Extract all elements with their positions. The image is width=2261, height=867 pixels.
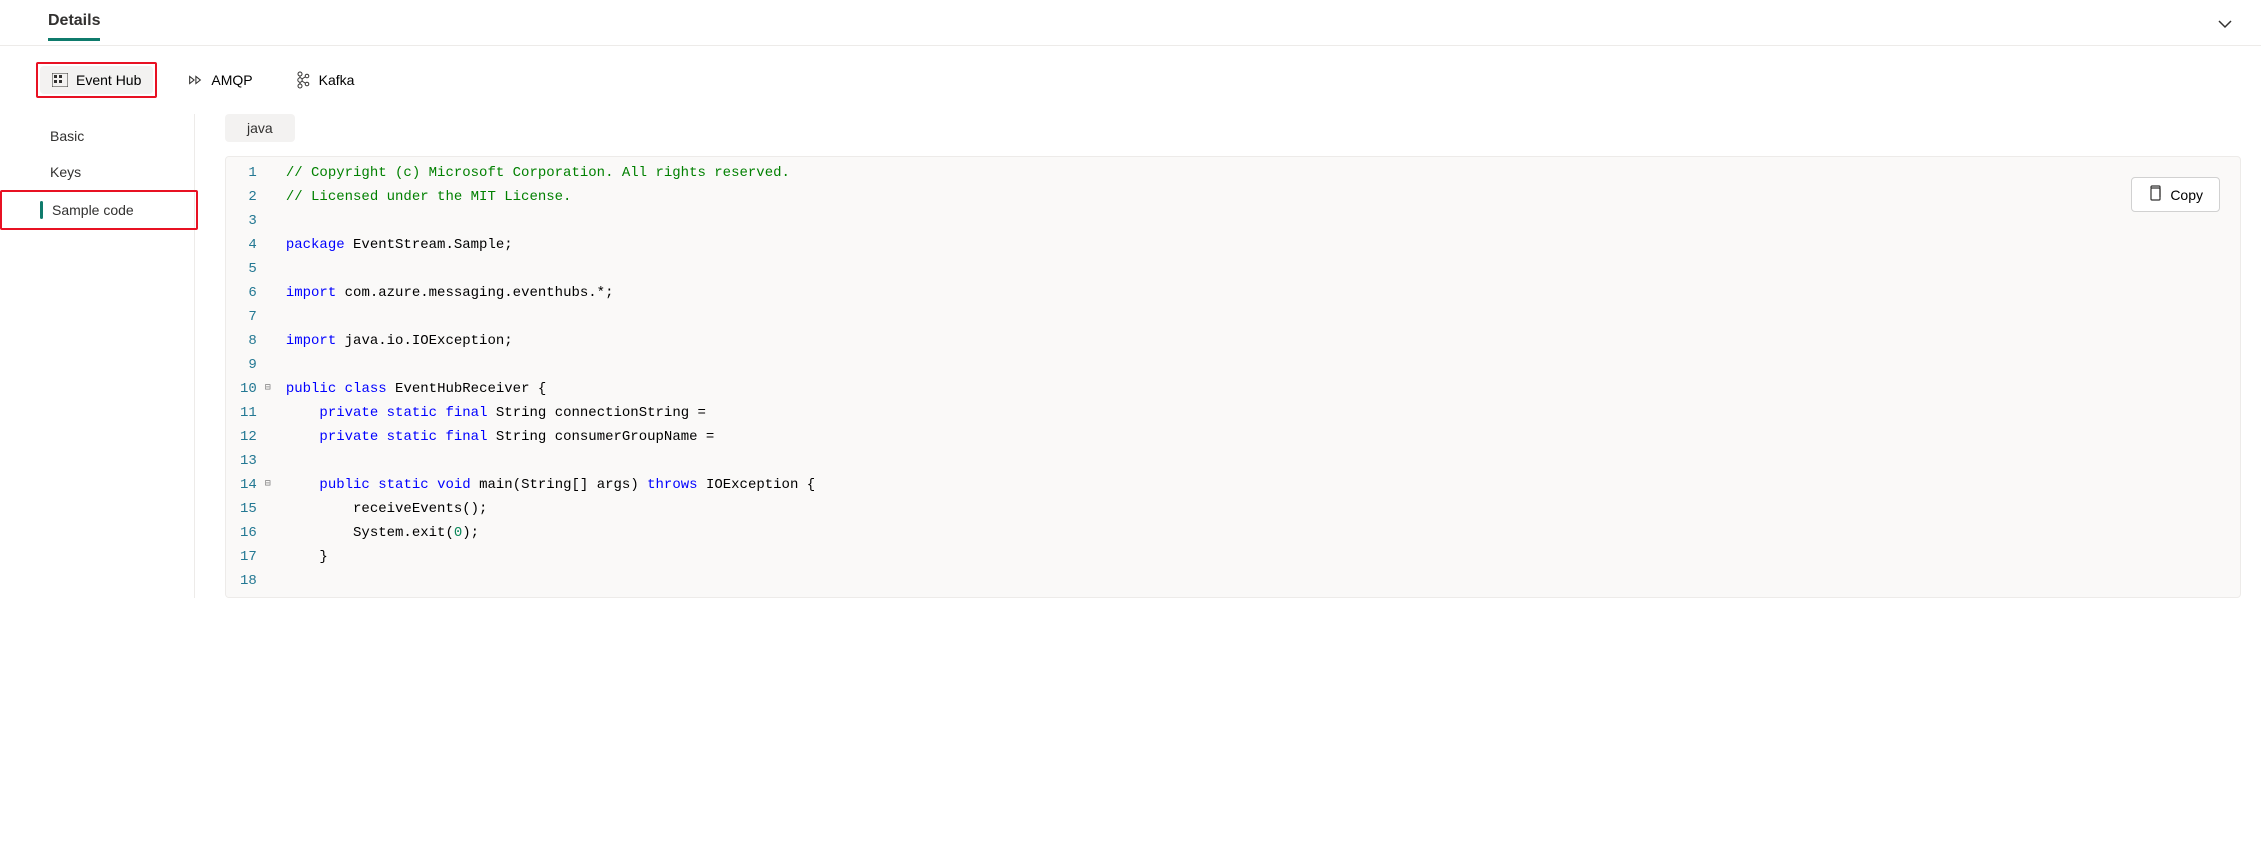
sidebar: Basic Keys Sample code [20,114,195,598]
sidebar-item-sample-code[interactable]: Sample code [22,192,196,228]
protocol-label: AMQP [211,72,252,88]
copy-icon [2148,185,2162,204]
code-content[interactable]: // Copyright (c) Microsoft Corporation. … [265,157,2240,597]
language-tab-java[interactable]: java [225,114,295,142]
eventhub-icon [52,72,68,88]
collapse-chevron-icon[interactable] [2209,8,2241,45]
protocol-label: Event Hub [76,72,141,88]
details-tab[interactable]: Details [48,12,100,41]
line-gutter: 12345678910⊟11121314⊟15161718 [226,157,265,597]
protocol-amqp[interactable]: AMQP [175,66,264,94]
sidebar-item-basic[interactable]: Basic [20,118,194,154]
code-block: Copy 12345678910⊟11121314⊟15161718 // Co… [225,156,2241,598]
protocol-toolbar: Event Hub AMQP Kafka [0,46,2261,114]
protocol-kafka[interactable]: Kafka [283,66,367,94]
protocol-label: Kafka [319,72,355,88]
kafka-icon [295,72,311,88]
copy-label: Copy [2170,187,2203,203]
sidebar-item-keys[interactable]: Keys [20,154,194,190]
copy-button[interactable]: Copy [2131,177,2220,212]
code-editor[interactable]: 12345678910⊟11121314⊟15161718 // Copyrig… [226,157,2240,597]
protocol-event-hub[interactable]: Event Hub [40,66,153,94]
amqp-icon [187,72,203,88]
